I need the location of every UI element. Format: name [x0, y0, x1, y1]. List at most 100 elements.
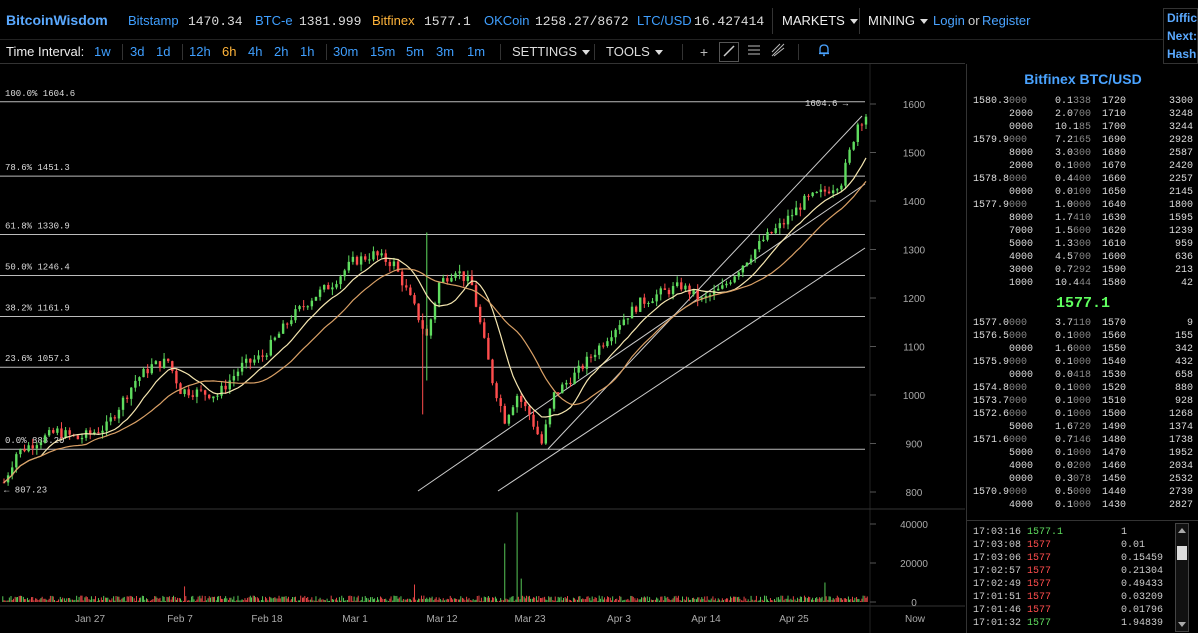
candle-body	[589, 356, 593, 358]
order-row[interactable]: 4000 0.0200 1460 2034	[967, 460, 1198, 473]
interval-1h[interactable]: 1h	[300, 44, 314, 59]
scroll-up-icon[interactable]	[1178, 528, 1186, 533]
candle-body	[195, 389, 199, 397]
interval-5m[interactable]: 5m	[406, 44, 424, 59]
order-total: 2034	[1168, 461, 1193, 472]
scroll-thumb[interactable]	[1177, 546, 1187, 560]
order-row[interactable]: 1576.5000 0.1000 1560 155	[967, 330, 1198, 343]
difficulty-next-label: Next:	[1167, 29, 1197, 43]
order-row[interactable]: 1000 10.444 1580 42	[967, 277, 1198, 290]
markets-menu[interactable]: MARKETS	[782, 13, 858, 28]
interval-4h[interactable]: 4h	[248, 44, 262, 59]
order-row[interactable]: 0000 0.0418 1530 658	[967, 369, 1198, 382]
interval-1w[interactable]: 1w	[94, 44, 111, 59]
fibonacci-tool-icon[interactable]	[768, 42, 788, 62]
order-price: 4000	[1009, 252, 1034, 263]
order-depth-price: 1480	[1102, 435, 1127, 446]
candle-body	[208, 394, 211, 399]
interval-2h[interactable]: 2h	[274, 44, 288, 59]
order-row[interactable]: 8000 3.0300 1680 2587	[967, 147, 1198, 160]
order-amount: 0.1338	[1055, 96, 1092, 107]
order-row[interactable]: 5000 1.3300 1610 959	[967, 238, 1198, 251]
order-row[interactable]: 1574.8000 0.1000 1520 880	[967, 382, 1198, 395]
price-chart[interactable]: 1600 1500 1400 1300 1200 1100 1000 900 800 40000 2…	[0, 64, 965, 633]
order-row[interactable]: 7000 1.5600 1620 1239	[967, 225, 1198, 238]
login-link[interactable]: Login	[933, 13, 965, 28]
price-tick-label: 1400	[903, 197, 926, 208]
exchange-btce[interactable]: BTC-e	[255, 13, 293, 28]
order-row[interactable]: 0000 0.3078 1450 2532	[967, 473, 1198, 486]
price-chart-canvas[interactable]: 1600 1500 1400 1300 1200 1100 1000 900 800 40000 2…	[0, 64, 965, 633]
trades-scrollbar[interactable]	[1175, 523, 1189, 632]
candle-body	[474, 285, 478, 307]
trade-time: 17:03:16	[973, 527, 1022, 538]
scroll-down-icon[interactable]	[1178, 622, 1186, 627]
order-row[interactable]: 2000 2.0700 1710 3248	[967, 108, 1198, 121]
order-row[interactable]: 4000 0.1000 1430 2827	[967, 499, 1198, 512]
interval-6h[interactable]: 6h	[222, 44, 236, 59]
order-row[interactable]: 4000 4.5700 1600 636	[967, 251, 1198, 264]
trade-price: 1577	[1027, 618, 1052, 629]
order-row[interactable]: 5000 1.6720 1490 1374	[967, 421, 1198, 434]
order-row[interactable]: 1572.6000 0.1000 1500 1268	[967, 408, 1198, 421]
interval-1m[interactable]: 1m	[467, 44, 485, 59]
candle-body	[552, 392, 556, 409]
candle-body	[257, 355, 260, 360]
divider	[326, 44, 327, 60]
order-row[interactable]: 8000 1.7410 1630 1595	[967, 212, 1198, 225]
order-row[interactable]: 0000 10.185 1700 3244	[967, 121, 1198, 134]
order-price: 3000	[1009, 265, 1034, 276]
crosshair-icon[interactable]: +	[694, 42, 714, 62]
order-row[interactable]: 1575.9000 0.1000 1540 432	[967, 356, 1198, 369]
interval-15m[interactable]: 15m	[370, 44, 395, 59]
order-depth-price: 1530	[1102, 370, 1127, 381]
order-row[interactable]: 1578.8000 0.4400 1660 2257	[967, 173, 1198, 186]
candle-body	[39, 442, 43, 446]
alert-bell-icon[interactable]	[814, 42, 834, 62]
interval-3m[interactable]: 3m	[436, 44, 454, 59]
order-row[interactable]: 1577.0000 3.7110 1570 9	[967, 317, 1198, 330]
order-amount: 0.1000	[1055, 396, 1092, 407]
order-total: 2420	[1168, 161, 1193, 172]
order-row[interactable]: 1571.6000 0.7146 1480 1738	[967, 434, 1198, 447]
interval-30m[interactable]: 30m	[333, 44, 358, 59]
order-row[interactable]: 1580.3000 0.1338 1720 3300	[967, 95, 1198, 108]
candle-body	[142, 368, 145, 378]
order-row[interactable]: 3000 0.7292 1590 213	[967, 264, 1198, 277]
register-link[interactable]: Register	[982, 13, 1030, 28]
exchange-okcoin[interactable]: OKCoin	[484, 13, 530, 28]
difficulty-panel[interactable]: Difficulty Next: Hash	[1163, 8, 1198, 64]
order-row[interactable]: 1570.9000 0.5000 1440 2739	[967, 486, 1198, 499]
tools-menu[interactable]: TOOLS	[606, 44, 663, 59]
settings-menu[interactable]: SETTINGS	[512, 44, 591, 59]
interval-3d[interactable]: 3d	[130, 44, 144, 59]
order-total: 928	[1174, 396, 1193, 407]
candle-body	[532, 414, 535, 427]
trade-time: 17:03:06	[973, 553, 1022, 564]
order-total: 1268	[1168, 409, 1193, 420]
order-amount: 1.6720	[1055, 422, 1092, 433]
order-price: 1574.8000	[973, 383, 1028, 394]
order-row[interactable]: 2000 0.1000 1670 2420	[967, 160, 1198, 173]
order-row[interactable]: 0000 0.0100 1650 2145	[967, 186, 1198, 199]
candle-body	[565, 382, 568, 385]
order-row[interactable]: 0000 1.6000 1550 342	[967, 343, 1198, 356]
interval-12h[interactable]: 12h	[189, 44, 211, 59]
order-row[interactable]: 1577.9000 1.0000 1640 1800	[967, 199, 1198, 212]
order-row[interactable]: 1573.7000 0.1000 1510 928	[967, 395, 1198, 408]
line-tool-icon[interactable]	[719, 42, 739, 62]
brand-logo[interactable]: BitcoinWisdom	[6, 12, 108, 28]
interval-1d[interactable]: 1d	[156, 44, 170, 59]
order-row[interactable]: 5000 0.1000 1470 1952	[967, 447, 1198, 460]
horizontal-lines-icon[interactable]	[744, 42, 764, 62]
candle-body	[782, 223, 786, 225]
order-row[interactable]: 1579.9000 7.2165 1690 2928	[967, 134, 1198, 147]
fibonacci-level-label: 100.0% 1604.6	[5, 89, 75, 99]
recent-trades[interactable]: 17:03:16 1577.1 1 17:03:08 1577 0.01 17:03:06 1…	[967, 520, 1198, 633]
trade-time: 17:02:49	[973, 579, 1022, 590]
exchange-bitfinex[interactable]: Bitfinex	[372, 13, 415, 28]
mining-menu[interactable]: MINING	[868, 13, 928, 28]
order-amount: 7.2165	[1055, 135, 1092, 146]
exchange-ltcusd[interactable]: LTC/USD	[637, 13, 692, 28]
exchange-bitstamp[interactable]: Bitstamp	[128, 13, 179, 28]
